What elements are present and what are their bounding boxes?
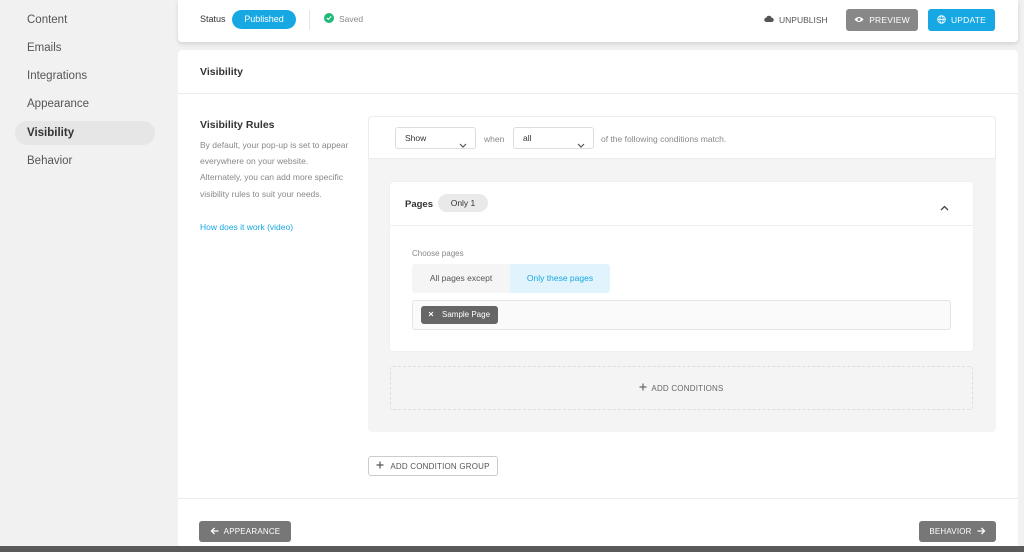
selected-page-chip: Sample Page [421,306,499,324]
divider [178,498,1018,499]
sidebar-item-content[interactable]: Content [15,8,155,32]
arrow-left-icon [210,527,219,537]
cloud-icon [764,15,774,25]
plus-icon [639,383,647,393]
chevron-down-icon [577,135,585,155]
taskbar-strip [0,546,1024,552]
divider [309,10,310,30]
pages-select-input[interactable]: Sample Page [412,300,951,330]
option-all-pages-except[interactable]: All pages except [412,264,510,293]
condition-bar: Show when all of the following condition… [368,116,996,159]
show-select-value: Show [405,133,427,143]
chevron-down-icon [459,135,467,155]
add-conditions-button[interactable]: ADD CONDITIONS [390,366,973,410]
sidebar-item-emails[interactable]: Emails [15,36,155,60]
condition-group: Show when all of the following condition… [368,116,996,432]
condition-count-badge: Only 1 [438,194,488,212]
remove-icon[interactable] [428,306,434,324]
preview-label: PREVIEW [869,15,910,25]
option-only-these-pages[interactable]: Only these pages [510,264,610,293]
chevron-up-icon[interactable] [940,198,949,216]
status-label: Status [200,14,226,24]
next-button[interactable]: BEHAVIOR [919,521,996,542]
add-conditions-label: ADD CONDITIONS [651,383,724,393]
eye-icon [854,15,864,25]
condition-label: Pages [405,199,433,210]
arrow-right-icon [977,527,986,537]
page-title: Visibility [200,66,243,78]
section-title: Visibility Rules [200,119,275,131]
show-select[interactable]: Show [395,127,476,149]
match-description-text: of the following conditions match. [601,134,727,144]
add-condition-group-label: ADD CONDITION GROUP [390,461,490,471]
status-badge[interactable]: Published [232,10,296,29]
when-text: when [484,134,505,144]
choose-pages-label: Choose pages [412,249,464,258]
globe-icon [937,14,946,26]
status-bar: Status Published Saved UNPUBLISH PREVIEW… [178,0,1018,42]
pages-condition-header[interactable]: Pages Only 1 [390,182,973,226]
pages-condition-card: Pages Only 1 Choose pages All pages exce… [390,182,973,351]
sidebar-item-integrations[interactable]: Integrations [15,64,155,88]
panel-header: Visibility [178,50,1018,94]
match-select[interactable]: all [513,127,594,149]
sidebar-item-appearance[interactable]: Appearance [15,92,155,116]
back-button[interactable]: APPEARANCE [199,521,291,542]
sidebar-item-visibility[interactable]: Visibility [15,121,155,145]
preview-button[interactable]: PREVIEW [846,9,918,31]
next-label: BEHAVIOR [929,527,972,536]
sidebar-item-behavior[interactable]: Behavior [15,149,155,173]
visibility-panel: Visibility Visibility Rules By default, … [178,50,1018,552]
section-description: By default, your pop-up is set to appear… [200,140,349,199]
match-select-value: all [523,133,532,143]
plus-icon [376,461,384,471]
update-label: UPDATE [950,15,987,25]
unpublish-label: UNPUBLISH [779,15,828,25]
add-condition-group-button[interactable]: ADD CONDITION GROUP [368,456,498,476]
help-video-link[interactable]: How does it work (video) [200,222,293,232]
check-circle-icon [324,13,334,23]
unpublish-button[interactable]: UNPUBLISH [764,15,828,25]
back-label: APPEARANCE [223,527,281,536]
update-button[interactable]: UPDATE [928,9,995,31]
sidebar: Content Emails Integrations Appearance V… [0,0,170,552]
selected-page-label: Sample Page [442,310,491,319]
saved-status-text: Saved [339,14,364,24]
